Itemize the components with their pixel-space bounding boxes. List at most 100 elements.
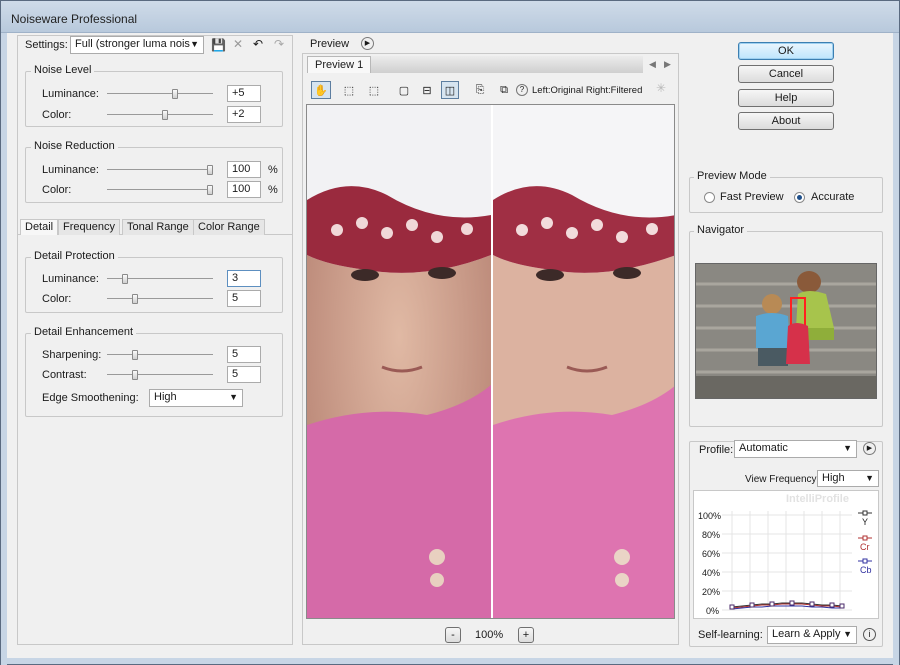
self-learning-value: Learn & Apply xyxy=(772,628,841,640)
edge-smoothening-label: Edge Smoothening: xyxy=(42,392,139,404)
noise-level-color-field[interactable]: +2 xyxy=(227,106,261,123)
profile-value: Automatic xyxy=(739,442,788,454)
noise-reduction-luminance-field[interactable]: 100 xyxy=(227,161,261,178)
cancel-button[interactable]: Cancel xyxy=(738,65,834,83)
delete-icon[interactable]: ✕ xyxy=(233,38,243,50)
window-title: Noiseware Professional xyxy=(11,12,138,26)
zoom-out-button[interactable]: - xyxy=(445,627,461,643)
zoom-in-button[interactable]: + xyxy=(518,627,534,643)
slider-thumb[interactable] xyxy=(207,185,213,195)
legend-cb: Cb xyxy=(860,565,872,575)
undo-icon[interactable]: ↶ xyxy=(253,38,263,50)
split-vertical-icon[interactable]: ◫ xyxy=(441,81,459,99)
split-horizontal-icon[interactable]: ⊟ xyxy=(418,81,436,99)
noise-reduction-title: Noise Reduction xyxy=(31,140,118,152)
detail-protection-luminance-field[interactable]: 3 xyxy=(227,270,261,287)
single-view-icon[interactable]: ▢ xyxy=(395,81,413,99)
legend-y: Y xyxy=(862,517,869,527)
view-frequency-select[interactable]: High ▼ xyxy=(817,470,879,487)
contrast-slider[interactable] xyxy=(107,370,213,380)
tab-scroll-left-icon[interactable]: ◀ xyxy=(649,58,656,70)
fast-preview-label[interactable]: Fast Preview xyxy=(720,191,784,203)
help-icon[interactable]: ? xyxy=(516,84,528,96)
noise-reduction-luminance-slider[interactable] xyxy=(107,165,213,175)
edge-smoothening-value: High xyxy=(154,391,177,403)
detail-protection-color-label: Color: xyxy=(42,293,72,305)
slider-track xyxy=(107,374,213,375)
navigator-title: Navigator xyxy=(694,224,748,236)
noise-level-luminance-label: Luminance: xyxy=(42,88,99,100)
compare-icon[interactable]: ⧉ xyxy=(495,81,513,99)
marquee-add-icon[interactable]: ⬚ xyxy=(365,81,383,99)
tab-detail[interactable]: Detail xyxy=(20,219,59,235)
tab-color-range[interactable]: Color Range xyxy=(193,219,265,235)
info-icon[interactable]: i xyxy=(863,628,876,641)
profile-select[interactable]: Automatic ▼ xyxy=(734,440,857,458)
redo-icon[interactable]: ↷ xyxy=(274,38,284,50)
slider-track xyxy=(107,114,213,115)
noise-level-luminance-slider[interactable] xyxy=(107,89,213,99)
title-bar: Noiseware Professional xyxy=(1,1,899,33)
settings-preset-value: Full (stronger luma nois xyxy=(75,38,190,50)
preview-image[interactable] xyxy=(307,105,675,619)
preview-mode-title: Preview Mode xyxy=(694,170,770,182)
fast-preview-radio[interactable] xyxy=(704,192,715,203)
slider-thumb[interactable] xyxy=(132,350,138,360)
profile-curves xyxy=(722,510,872,611)
profile-graph: IntelliProfile 100% 80% 60% 40% 20% 0% Y… xyxy=(693,490,879,619)
slider-thumb[interactable] xyxy=(122,274,128,284)
slider-thumb[interactable] xyxy=(132,294,138,304)
tab-tonal-range[interactable]: Tonal Range xyxy=(122,219,194,235)
view-frequency-value: High xyxy=(822,472,845,484)
profile-play-icon[interactable]: ▶ xyxy=(863,442,876,455)
slider-thumb[interactable] xyxy=(207,165,213,175)
chevron-down-icon: ▼ xyxy=(865,473,874,483)
ok-button[interactable]: OK xyxy=(738,42,834,60)
tab-preview-1[interactable]: Preview 1 xyxy=(307,56,372,73)
settings-preset-select[interactable]: Full (stronger luma nois ▼ xyxy=(70,36,204,54)
noise-level-title: Noise Level xyxy=(31,64,95,76)
self-learning-select[interactable]: Learn & Apply ▼ xyxy=(767,626,857,644)
detail-protection-color-slider[interactable] xyxy=(107,294,213,304)
slider-thumb[interactable] xyxy=(162,110,168,120)
accurate-radio[interactable] xyxy=(794,192,805,203)
about-button[interactable]: About xyxy=(738,112,834,130)
noise-reduction-color-unit: % xyxy=(268,184,278,196)
noise-level-color-slider[interactable] xyxy=(107,110,213,120)
sharpening-field[interactable]: 5 xyxy=(227,346,261,363)
slider-track xyxy=(107,93,213,94)
sharpening-slider[interactable] xyxy=(107,350,213,360)
contrast-field[interactable]: 5 xyxy=(227,366,261,383)
accurate-label[interactable]: Accurate xyxy=(811,191,854,203)
help-button[interactable]: Help xyxy=(738,89,834,107)
noise-reduction-luminance-label: Luminance: xyxy=(42,164,99,176)
edge-smoothening-select[interactable]: High ▼ xyxy=(149,389,243,407)
noise-reduction-color-slider[interactable] xyxy=(107,185,213,195)
profile-label: Profile: xyxy=(697,444,736,456)
slider-track xyxy=(107,354,213,355)
tab-scroll-right-icon[interactable]: ▶ xyxy=(664,58,671,70)
noiseware-dialog: Noiseware Professional Settings: Full (s… xyxy=(0,0,900,665)
tab-frequency[interactable]: Frequency xyxy=(58,219,120,235)
noise-reduction-color-field[interactable]: 100 xyxy=(227,181,261,198)
noise-level-luminance-field[interactable]: +5 xyxy=(227,85,261,102)
compare-mode-label: Left:Original Right:Filtered xyxy=(532,85,643,96)
save-icon[interactable]: 💾 xyxy=(211,39,226,51)
navigator-thumbnail[interactable] xyxy=(695,263,877,399)
contrast-label: Contrast: xyxy=(42,369,87,381)
snapshot-icon[interactable]: ⎘ xyxy=(471,81,489,99)
preview-play-icon[interactable]: ▶ xyxy=(361,37,374,50)
hand-tool-icon[interactable]: ✋ xyxy=(311,81,331,99)
window-frame-bottom xyxy=(1,658,899,664)
busy-spinner-icon: ✳ xyxy=(656,81,667,95)
slider-thumb[interactable] xyxy=(172,89,178,99)
detail-enhancement-title: Detail Enhancement xyxy=(31,326,137,338)
window-frame-right xyxy=(893,33,899,665)
detail-protection-color-field[interactable]: 5 xyxy=(227,290,261,307)
chevron-down-icon: ▼ xyxy=(190,39,199,49)
filtered-half xyxy=(493,105,674,618)
slider-thumb[interactable] xyxy=(132,370,138,380)
marquee-tool-icon[interactable]: ⬚ xyxy=(340,81,358,99)
detail-protection-luminance-slider[interactable] xyxy=(107,274,213,284)
zoom-level: 100% xyxy=(475,629,504,641)
